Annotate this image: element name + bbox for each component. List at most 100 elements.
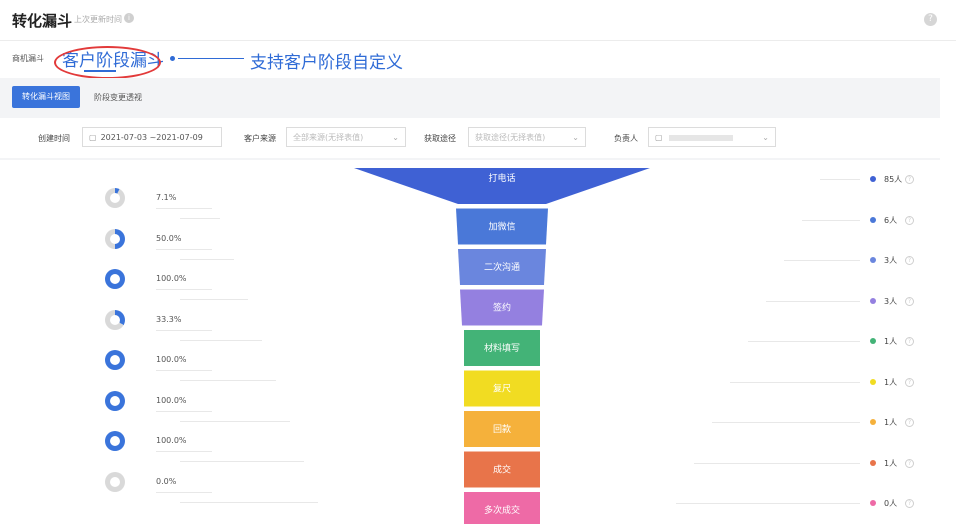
stage-count-text: 1人 [884, 458, 898, 468]
owner-value-blurred [669, 134, 734, 141]
guide-line [156, 370, 212, 371]
stage-count-text: 1人 [884, 418, 898, 427]
help-circle-icon[interactable]: ? [905, 215, 914, 225]
callout-dot [170, 56, 175, 61]
guide-line [748, 341, 860, 342]
conversion-rate-text: 100.0% [156, 355, 187, 364]
conversion-rate-text: 100.0% [156, 395, 187, 405]
conversion-rate-text: 100.0% [156, 436, 187, 445]
guide-line [694, 462, 860, 464]
funnel-stage-label: 复尺 [493, 383, 511, 395]
help-circle-icon[interactable]: ? [905, 418, 914, 427]
funnel-stage-label: 打电话 [488, 172, 515, 184]
guide-line [180, 258, 234, 260]
stage-color-dot [870, 338, 876, 344]
callout-text: 支持客户阶段自定义 [250, 53, 403, 73]
conversion-rate-text: 7.1% [156, 193, 177, 202]
help-circle-icon[interactable]: ? [905, 377, 914, 387]
guide-line [766, 300, 860, 302]
info-circle-icon[interactable]: i [124, 13, 134, 23]
guide-line [156, 491, 212, 493]
chevron-down-icon: ⌄ [572, 133, 579, 142]
guide-line [676, 503, 860, 504]
conversion-ring [105, 228, 125, 249]
help-circle-icon[interactable]: ? [905, 499, 914, 508]
source-select[interactable]: 全部来源(无择表值) ⌄ [286, 127, 406, 147]
stage-color-dot [870, 378, 876, 385]
stage-count-text: 85人 [884, 175, 903, 184]
created-time-label: 创建时间 [38, 134, 70, 143]
guide-line [180, 218, 220, 219]
guide-line [712, 422, 860, 423]
owner-select[interactable]: ▢ ⌄ [648, 127, 776, 147]
stage-count-text: 6人 [884, 215, 898, 225]
stage-color-dot [870, 419, 876, 425]
guide-line [180, 339, 262, 341]
funnel-stage-label: 签约 [493, 302, 511, 314]
guide-line [156, 248, 212, 250]
conversion-rate-text: 33.3% [156, 314, 182, 324]
calendar-icon: ▢ [89, 133, 97, 142]
conversion-rate-text: 100.0% [156, 274, 187, 283]
conversion-rate-text: 50.0% [156, 233, 182, 243]
highlight-oval [54, 46, 161, 79]
conversion-ring [105, 390, 125, 411]
guide-line [820, 179, 860, 180]
guide-line [156, 329, 212, 331]
conversion-rate-text: 0.0% [156, 476, 177, 486]
stage-color-dot [870, 216, 876, 223]
guide-line [180, 380, 276, 381]
tab-opportunity-funnel[interactable]: 商机漏斗 [12, 53, 44, 64]
conversion-ring [105, 431, 125, 451]
stage-count-text: 1人 [884, 377, 898, 387]
guide-line [156, 451, 212, 452]
chevron-down-icon: ⌄ [762, 133, 769, 142]
guide-line [802, 219, 860, 221]
help-circle-icon[interactable]: ? [905, 337, 914, 346]
funnel-stage-label: 二次沟通 [484, 261, 520, 273]
help-circle-icon[interactable]: ? [905, 175, 914, 184]
stage-count-text: 0人 [884, 499, 898, 508]
conversion-ring [105, 269, 125, 289]
funnel-view-button[interactable]: 转化漏斗视图 [12, 86, 80, 108]
guide-line [730, 381, 860, 383]
channel-placeholder: 获取途径(无择表值) [475, 133, 546, 142]
guide-line [180, 299, 248, 300]
help-circle-icon[interactable]: ? [924, 13, 937, 26]
stage-count-text: 1人 [884, 337, 898, 346]
funnel-stage-label: 回款 [493, 423, 511, 435]
search-icon: ▢ [655, 133, 663, 142]
source-placeholder: 全部来源(无择表值) [293, 133, 364, 142]
conversion-ring [105, 309, 125, 330]
guide-line [180, 461, 304, 462]
stage-color-dot [870, 257, 876, 263]
created-time-range-picker[interactable]: ▢ 2021-07-03 ~2021-07-09 [82, 127, 222, 147]
stage-count-text: 3人 [884, 256, 898, 265]
stage-change-view-link[interactable]: 阶段变更透视 [94, 92, 142, 103]
chevron-down-icon: ⌄ [392, 133, 399, 142]
stage-color-dot [870, 297, 876, 304]
funnel-stage-label: 加微信 [488, 221, 515, 233]
guide-line [784, 260, 860, 261]
channel-select[interactable]: 获取途径(无择表值) ⌄ [468, 127, 586, 147]
funnel-stage-label: 多次成交 [484, 504, 520, 516]
channel-label: 获取途径 [424, 134, 456, 143]
funnel-stage-label: 材料填写 [484, 342, 520, 354]
guide-line [156, 208, 212, 209]
last-update-text: 上次更新时间 [74, 15, 122, 24]
conversion-ring [105, 350, 125, 370]
source-label: 客户来源 [244, 134, 276, 143]
owner-label: 负责人 [614, 134, 638, 143]
conversion-ring [105, 471, 125, 492]
help-circle-icon[interactable]: ? [905, 296, 914, 306]
help-circle-icon[interactable]: ? [905, 458, 914, 468]
stage-color-dot [870, 500, 876, 506]
stage-count-text: 3人 [884, 296, 898, 306]
stage-color-dot [870, 459, 876, 466]
conversion-ring [105, 188, 125, 208]
funnel-chart: 打电话加微信二次沟通签约材料填写复尺回款成交多次成交 [354, 168, 650, 524]
help-circle-icon[interactable]: ? [905, 256, 914, 265]
guide-line [156, 289, 212, 290]
funnel-stage-label: 成交 [493, 464, 511, 476]
created-time-value: 2021-07-03 ~2021-07-09 [100, 133, 203, 142]
